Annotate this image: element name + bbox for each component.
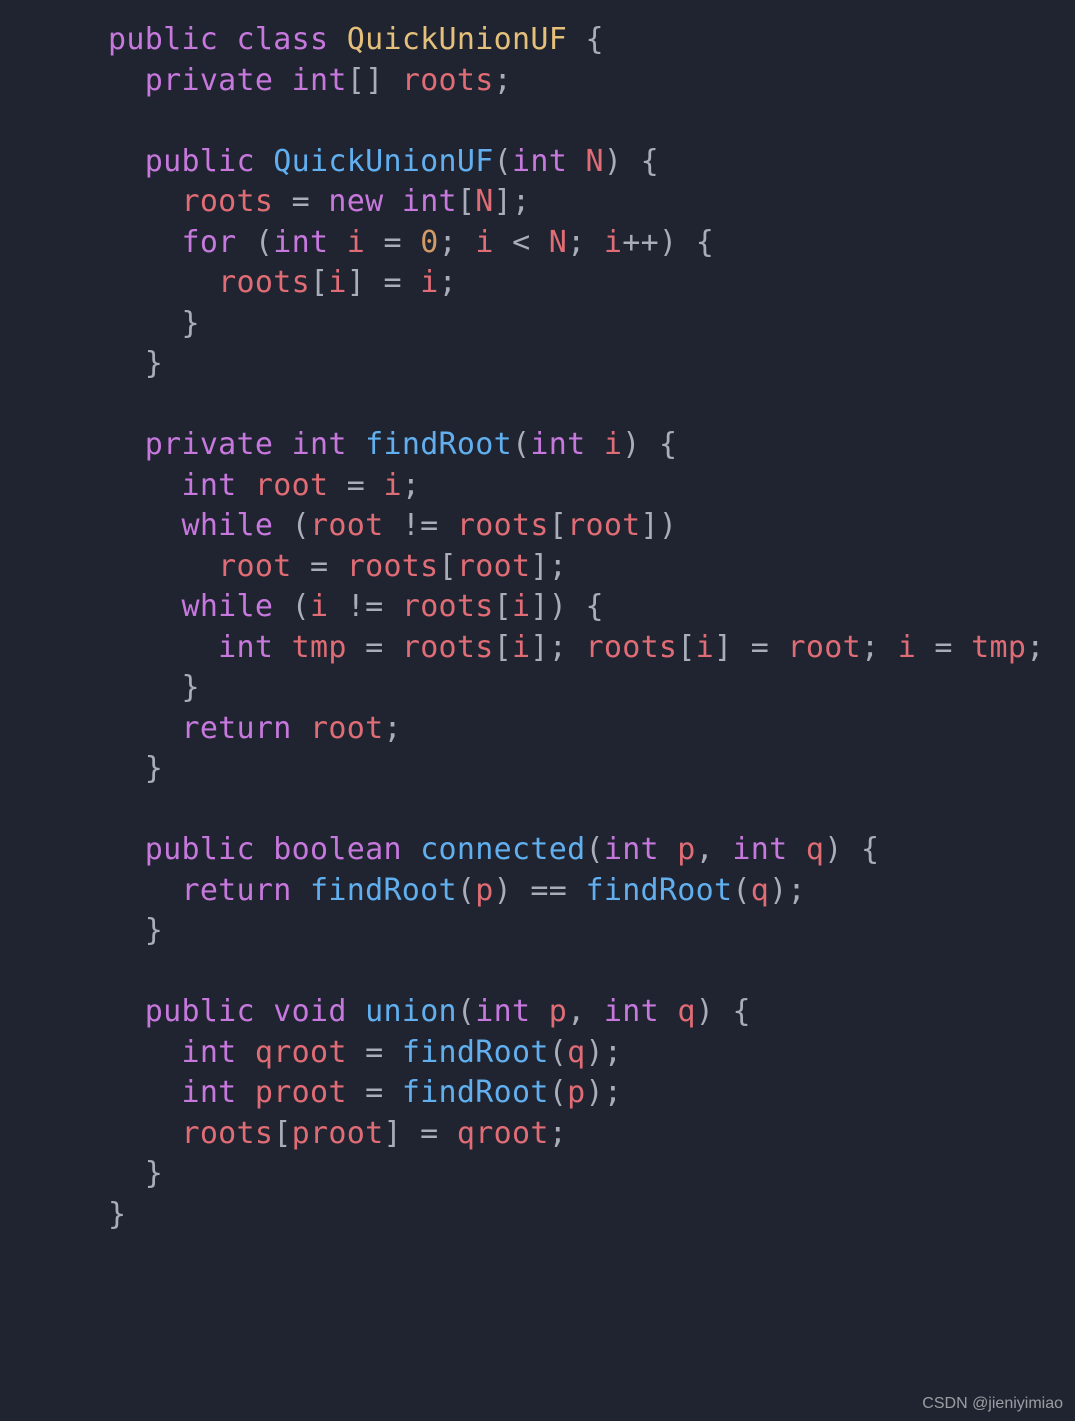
var-roots: roots bbox=[218, 265, 310, 300]
type-int: int bbox=[218, 630, 273, 665]
class-name: QuickUnionUF bbox=[347, 22, 567, 57]
var-roots: roots bbox=[402, 630, 494, 665]
var-roots: roots bbox=[181, 184, 273, 219]
var-p: p bbox=[549, 994, 567, 1029]
var-q: q bbox=[806, 832, 824, 867]
type-int: int bbox=[181, 1075, 236, 1110]
var-p: p bbox=[475, 873, 493, 908]
var-roots: roots bbox=[585, 630, 677, 665]
kw-private: private bbox=[145, 427, 274, 462]
var-p: p bbox=[567, 1075, 585, 1110]
fn-findroot-call: findRoot bbox=[402, 1075, 549, 1110]
type-int: int bbox=[530, 427, 585, 462]
type-int: int bbox=[292, 427, 347, 462]
var-root: root bbox=[218, 549, 291, 584]
var-i: i bbox=[512, 630, 530, 665]
var-tmp: tmp bbox=[292, 630, 347, 665]
type-void: void bbox=[273, 994, 346, 1029]
var-p: p bbox=[677, 832, 695, 867]
type-int: int bbox=[475, 994, 530, 1029]
var-i: i bbox=[604, 427, 622, 462]
type-int: int bbox=[604, 832, 659, 867]
watermark: CSDN @jieniyimiao bbox=[922, 1395, 1063, 1413]
var-roots: roots bbox=[181, 1116, 273, 1151]
kw-class: class bbox=[237, 22, 329, 57]
var-q: q bbox=[751, 873, 769, 908]
var-q: q bbox=[567, 1035, 585, 1070]
kw-while: while bbox=[181, 508, 273, 543]
code-block: public class QuickUnionUF { private int[… bbox=[0, 0, 1075, 1235]
var-roots: roots bbox=[402, 589, 494, 624]
fn-union: union bbox=[365, 994, 457, 1029]
var-root: root bbox=[788, 630, 861, 665]
fn-connected: connected bbox=[420, 832, 585, 867]
kw-public: public bbox=[145, 832, 255, 867]
var-i: i bbox=[898, 630, 916, 665]
type-int: int bbox=[273, 225, 328, 260]
kw-while: while bbox=[181, 589, 273, 624]
var-root: root bbox=[457, 549, 530, 584]
var-i: i bbox=[604, 225, 622, 260]
var-i: i bbox=[512, 589, 530, 624]
type-int: int bbox=[181, 1035, 236, 1070]
var-i: i bbox=[420, 265, 438, 300]
type-int: int bbox=[604, 994, 659, 1029]
var-qroot: qroot bbox=[457, 1116, 549, 1151]
var-root: root bbox=[567, 508, 640, 543]
kw-public: public bbox=[145, 994, 255, 1029]
var-proot: proot bbox=[255, 1075, 347, 1110]
fn-findroot-call: findRoot bbox=[402, 1035, 549, 1070]
kw-return: return bbox=[181, 873, 291, 908]
var-roots: roots bbox=[347, 549, 439, 584]
type-int: int bbox=[402, 184, 457, 219]
var-i: i bbox=[475, 225, 493, 260]
kw-public: public bbox=[108, 22, 218, 57]
var-i: i bbox=[347, 225, 365, 260]
var-n: N bbox=[585, 144, 603, 179]
var-root: root bbox=[310, 508, 383, 543]
type-boolean: boolean bbox=[273, 832, 402, 867]
kw-private: private bbox=[145, 63, 274, 98]
var-i: i bbox=[383, 468, 401, 503]
var-i: i bbox=[310, 589, 328, 624]
type-int: int bbox=[732, 832, 787, 867]
var-qroot: qroot bbox=[255, 1035, 347, 1070]
var-root: root bbox=[310, 711, 383, 746]
var-i: i bbox=[328, 265, 346, 300]
kw-for: for bbox=[181, 225, 236, 260]
kw-public: public bbox=[145, 144, 255, 179]
fn-findroot-call: findRoot bbox=[310, 873, 457, 908]
var-i: i bbox=[696, 630, 714, 665]
fn-findroot-call: findRoot bbox=[585, 873, 732, 908]
type-int: int bbox=[512, 144, 567, 179]
var-proot: proot bbox=[292, 1116, 384, 1151]
var-roots: roots bbox=[457, 508, 549, 543]
var-root: root bbox=[255, 468, 328, 503]
var-tmp: tmp bbox=[971, 630, 1026, 665]
type-int: int bbox=[181, 468, 236, 503]
num-0: 0 bbox=[420, 225, 438, 260]
var-q: q bbox=[677, 994, 695, 1029]
type-int: int bbox=[292, 63, 347, 98]
var-n: N bbox=[549, 225, 567, 260]
kw-return: return bbox=[181, 711, 291, 746]
kw-new: new bbox=[328, 184, 383, 219]
var-n: N bbox=[475, 184, 493, 219]
fn-ctor: QuickUnionUF bbox=[273, 144, 493, 179]
var-roots: roots bbox=[402, 63, 494, 98]
fn-findroot: findRoot bbox=[365, 427, 512, 462]
